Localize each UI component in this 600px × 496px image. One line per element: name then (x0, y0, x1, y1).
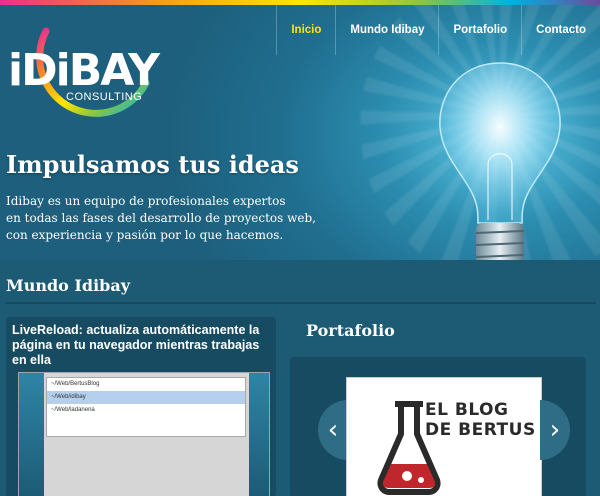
screenshot-sidebar-right (249, 373, 269, 496)
portfolio-title-line: EL BLOG (425, 400, 509, 420)
nav-item-portafolio[interactable]: Portafolio (438, 5, 521, 55)
section-title-portafolio[interactable]: Portafolio (306, 321, 395, 340)
news-screenshot[interactable]: ~/Web/BertusBlog ~/Web/idibay ~/Web/lada… (18, 372, 270, 496)
hero-text-line: en todas las fases del desarrollo de pro… (6, 211, 316, 225)
section-divider (6, 302, 596, 304)
main-nav: Inicio Mundo Idibay Portafolio Contacto (276, 5, 600, 55)
nav-item-inicio[interactable]: Inicio (276, 5, 335, 55)
portfolio-item-title: EL BLOG DE BERTUS (425, 400, 536, 440)
screenshot-sidebar-left (19, 373, 44, 496)
nav-item-mundo-idibay[interactable]: Mundo Idibay (335, 5, 438, 55)
portfolio-item[interactable]: EL BLOG DE BERTUS (346, 377, 542, 496)
list-item: ~/Web/idibay (47, 391, 245, 404)
brand-logo[interactable]: iDiBAY CONSULTING (6, 23, 160, 133)
chevron-left-icon: ‹ (327, 415, 339, 445)
hero-title: Impulsamos tus ideas (6, 150, 299, 179)
content-section: Mundo Idibay LiveReload: actualiza autom… (0, 260, 600, 496)
screenshot-window: ~/Web/BertusBlog ~/Web/idibay ~/Web/lada… (44, 373, 249, 496)
list-item: ~/Web/ladanena (51, 407, 95, 413)
lightbulb-illustration (439, 62, 561, 260)
portfolio-title-line: DE BERTUS (425, 420, 536, 440)
hero-text-line: Idibay es un equipo de profesionales exp… (6, 194, 286, 208)
chevron-right-icon: › (549, 415, 561, 445)
section-title-mundo[interactable]: Mundo Idibay (6, 276, 130, 295)
logo-subtitle: CONSULTING (66, 91, 143, 103)
logo-wordmark: iDiBAY (8, 45, 160, 96)
hero-description: Idibay es un equipo de profesionales exp… (6, 193, 326, 244)
nav-item-contacto[interactable]: Contacto (521, 5, 600, 55)
news-post-title[interactable]: LiveReload: actualiza automáticamente la… (12, 323, 272, 368)
list-item: ~/Web/BertusBlog (51, 381, 100, 387)
hero-text-line: con experiencia y pasión por lo que hace… (6, 228, 284, 242)
screenshot-folder-list: ~/Web/BertusBlog ~/Web/idibay ~/Web/lada… (46, 377, 246, 437)
